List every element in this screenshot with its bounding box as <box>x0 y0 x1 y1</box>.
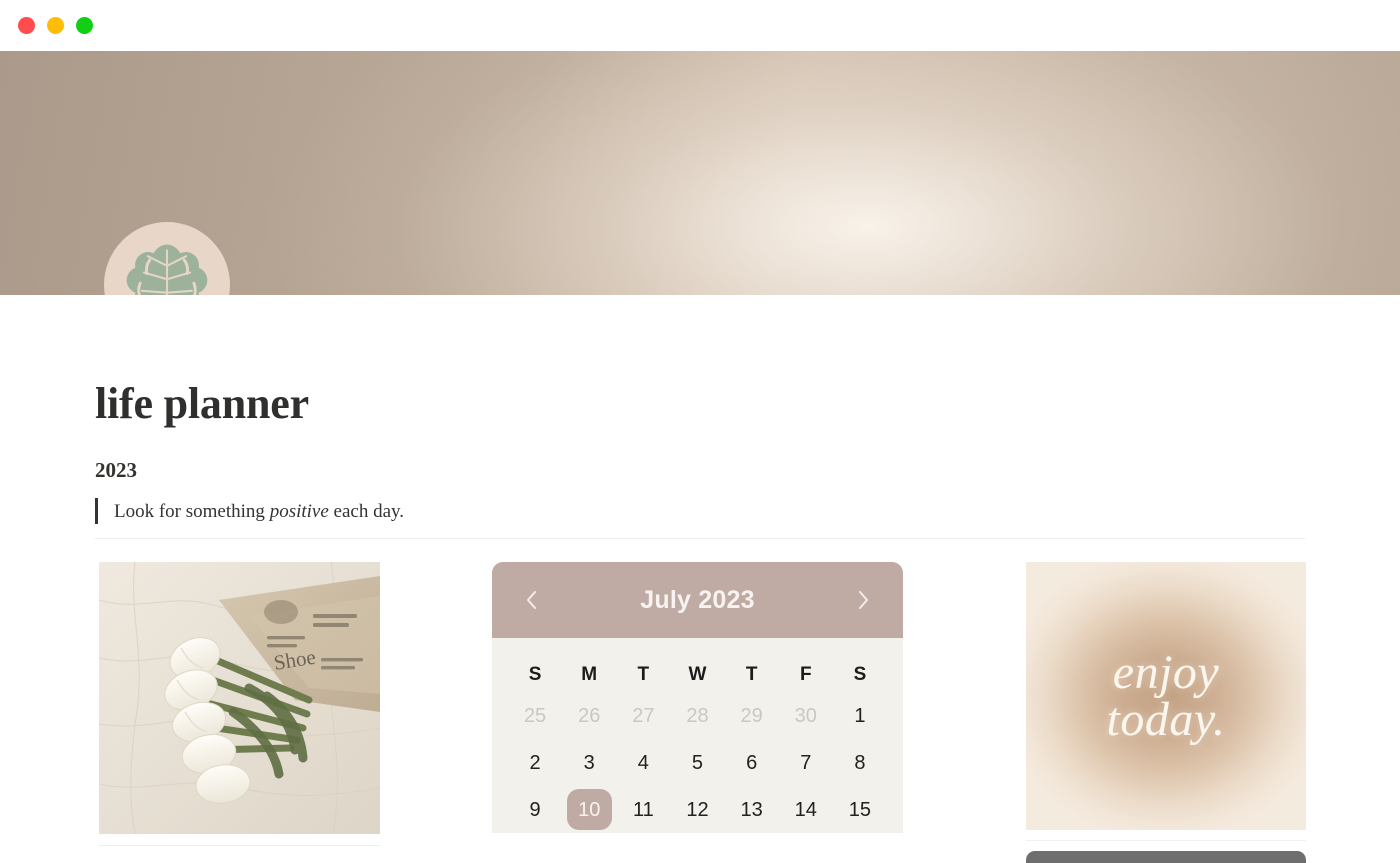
calendar-weeks: 25 26 27 28 29 30 1 2 3 4 5 6 7 8 9 10 11 12 13 14 15 <box>508 692 887 833</box>
content-divider <box>95 538 1305 539</box>
quote-text: Look for something positive each day. <box>114 502 404 521</box>
page-content: life planner 2023 Look for something pos… <box>0 295 1400 863</box>
quote-emphasis: positive <box>269 500 329 522</box>
calendar-weekday-row: SMTWTFS <box>508 656 887 692</box>
calendar-weekday: F <box>799 663 812 685</box>
calendar-day[interactable]: 25 <box>513 695 558 736</box>
chevron-right-icon <box>857 590 870 610</box>
calendar-widget: July 2023 SMTWTFS 25 26 27 28 29 30 1 2 3 4 5 6 7 8 9 1… <box>492 562 903 833</box>
collapsed-block[interactable] <box>1026 851 1306 863</box>
calendar-day[interactable]: 11 <box>621 789 666 830</box>
calendar-week-row: 2345678 <box>508 739 887 786</box>
calendar-weekday: S <box>528 663 542 685</box>
title-bar <box>0 0 1400 51</box>
calendar-day[interactable]: 3 <box>567 742 612 783</box>
window-controls <box>18 17 93 34</box>
calendar-day[interactable]: 14 <box>783 789 828 830</box>
quote-accent-bar <box>95 498 98 524</box>
quote-suffix: each day. <box>328 500 405 522</box>
calendar-title: July 2023 <box>640 585 755 614</box>
quote-block[interactable]: Look for something positive each day. <box>95 498 404 524</box>
tulips-photo[interactable]: Shoe <box>99 562 380 834</box>
calendar-day[interactable]: 8 <box>837 742 882 783</box>
calendar-week-row: 9 10 11 12 13 14 15 <box>508 786 887 833</box>
calendar-day[interactable]: 5 <box>675 742 720 783</box>
photo-divider <box>99 845 380 846</box>
calendar-day[interactable]: 6 <box>729 742 774 783</box>
calendar-day[interactable]: 15 <box>837 789 882 830</box>
page-title[interactable]: life planner <box>95 382 309 426</box>
calendar-weekday: T <box>637 663 650 685</box>
calendar-prev-button[interactable] <box>518 587 544 613</box>
affirmation-divider <box>1026 840 1306 841</box>
content-columns: Shoe July 2023 S M T W T F S 25 26 27 28… <box>0 562 1400 863</box>
calendar-header: July 2023 <box>492 562 903 638</box>
calendar-weekday: T <box>745 663 758 685</box>
app-window: life planner 2023 Look for something pos… <box>0 0 1400 863</box>
page-year-heading[interactable]: 2023 <box>95 460 137 481</box>
calendar-day[interactable]: 9 <box>513 789 558 830</box>
affirmation-line-2: today. <box>1106 693 1226 746</box>
affirmation-column: enjoy today. <box>1026 562 1306 863</box>
calendar-week-row: 25 26 27 28 29 30 1 <box>508 692 887 739</box>
calendar-day[interactable]: 26 <box>567 695 612 736</box>
affirmation-text: enjoy today. <box>1106 645 1226 746</box>
minimize-window-button[interactable] <box>47 17 64 34</box>
calendar-day[interactable]: 4 <box>621 742 666 783</box>
calendar-body: SMTWTFS 25 26 27 28 29 30 1 2 3 4 5 6 7 8 9 10 11 12 13 14 1… <box>492 638 903 833</box>
calendar-day[interactable]: 29 <box>729 695 774 736</box>
calendar-day-today[interactable]: 10 <box>566 789 612 830</box>
calendar-day[interactable]: 1 <box>837 695 882 736</box>
calendar-weekday: S <box>853 663 867 685</box>
calendar-next-button[interactable] <box>851 587 877 613</box>
calendar-day[interactable]: 28 <box>675 695 720 736</box>
close-window-button[interactable] <box>18 17 35 34</box>
affirmation-card[interactable]: enjoy today. <box>1026 562 1306 830</box>
quote-prefix: Look for something <box>114 500 270 522</box>
calendar-day[interactable]: 12 <box>675 789 720 830</box>
calendar-day[interactable]: 13 <box>729 789 774 830</box>
calendar-weekday: M <box>581 663 598 685</box>
chevron-left-icon <box>525 590 538 610</box>
affirmation-line-1: enjoy <box>1112 645 1220 699</box>
calendar-day[interactable]: 30 <box>783 695 828 736</box>
calendar-day[interactable]: 2 <box>513 742 558 783</box>
maximize-window-button[interactable] <box>76 17 93 34</box>
calendar-weekday: W <box>688 663 707 685</box>
calendar-day[interactable]: 27 <box>621 695 666 736</box>
calendar-day[interactable]: 7 <box>783 742 828 783</box>
photo-column: Shoe <box>99 562 380 846</box>
